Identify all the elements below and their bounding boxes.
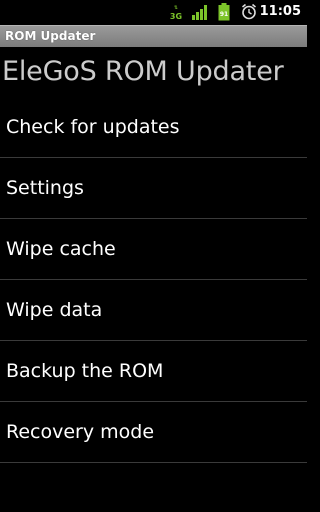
- signal-strength-icon: [192, 4, 209, 24]
- menu-item-backup-rom[interactable]: Backup the ROM: [0, 341, 307, 402]
- title-bar: ROM Updater: [0, 25, 307, 47]
- menu-item-label: Recovery mode: [6, 421, 155, 443]
- main-menu: Check for updates Settings Wipe cache Wi…: [0, 97, 307, 463]
- 3g-data-icon: ⇅ 3G: [169, 3, 183, 25]
- status-bar: ⇅ 3G 91 11:05: [0, 0, 307, 25]
- network-type-label: 3G: [170, 12, 182, 21]
- menu-item-label: Check for updates: [6, 116, 180, 138]
- svg-text:⇅: ⇅: [174, 5, 178, 11]
- menu-item-label: Backup the ROM: [6, 360, 164, 382]
- battery-icon: 91: [218, 3, 230, 25]
- alarm-clock-icon: [241, 3, 257, 24]
- menu-item-recovery-mode[interactable]: Recovery mode: [0, 402, 307, 463]
- app-heading: EleGoS ROM Updater: [2, 56, 284, 87]
- status-clock: 11:05: [259, 4, 301, 19]
- window-title: ROM Updater: [5, 29, 96, 43]
- menu-item-check-for-updates[interactable]: Check for updates: [0, 97, 307, 158]
- menu-item-wipe-cache[interactable]: Wipe cache: [0, 219, 307, 280]
- menu-item-label: Wipe data: [6, 299, 103, 321]
- menu-item-label: Wipe cache: [6, 238, 116, 260]
- menu-item-label: Settings: [6, 177, 84, 199]
- menu-item-wipe-data[interactable]: Wipe data: [0, 280, 307, 341]
- menu-item-settings[interactable]: Settings: [0, 158, 307, 219]
- battery-level-text: 91: [220, 11, 228, 18]
